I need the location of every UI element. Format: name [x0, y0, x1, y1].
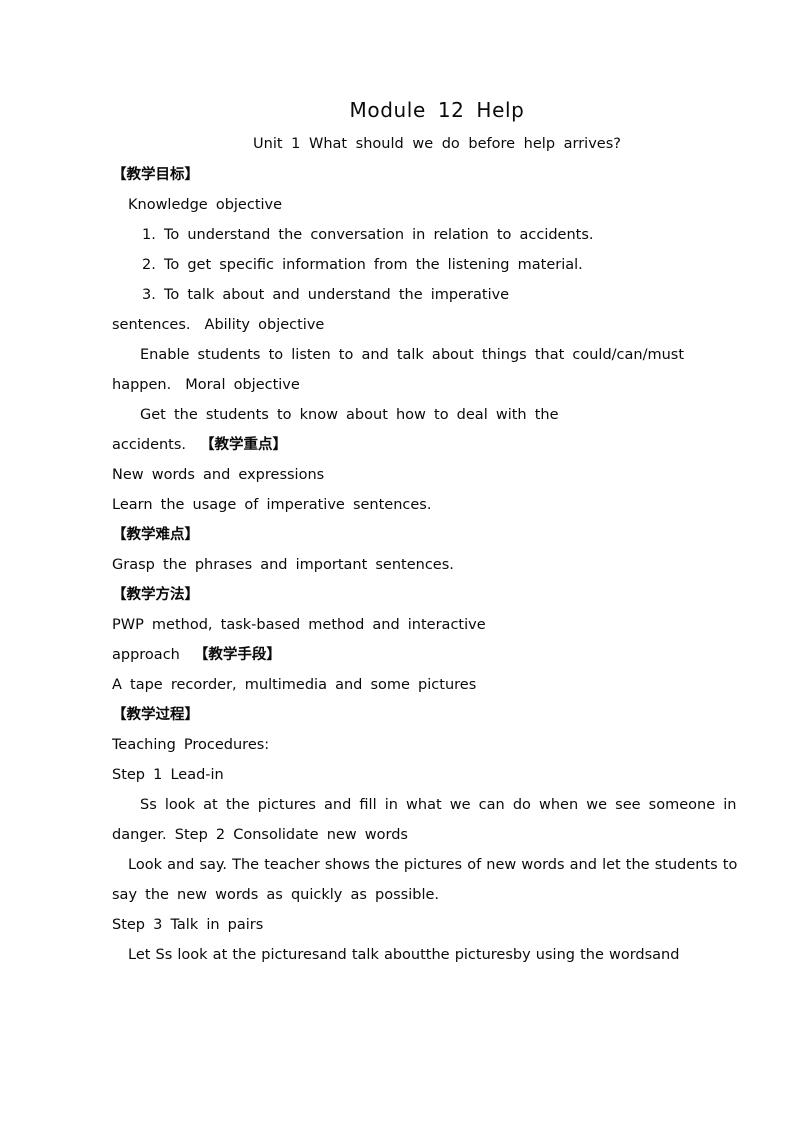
- difficulties-text: Grasp the phrases and important sentence…: [112, 557, 454, 573]
- heading-key-points: 【教学重点】: [200, 437, 288, 453]
- moral-objective-line: happen. Moral objective: [112, 370, 702, 400]
- teaching-aids-line: approach 【教学手段】: [112, 640, 702, 670]
- ability-text-continuation: happen.: [112, 377, 172, 393]
- knowledge-objective-label: Knowledge objective: [128, 197, 283, 213]
- moral-objective-text: Get the students to know about how to de…: [140, 407, 559, 423]
- teaching-procedures-label: Teaching Procedures:: [112, 737, 270, 753]
- document-subtitle: Unit 1 What should we do before help arr…: [253, 136, 621, 152]
- step-2-text-continuation: say the new words as quickly as possible…: [112, 887, 440, 903]
- heading-teaching-aids: 【教学手段】: [193, 647, 281, 663]
- page-title: Module 12 Help: [349, 98, 525, 122]
- heading-teaching-objectives: 【教学目标】: [112, 167, 199, 183]
- ability-objective-label: Ability objective: [204, 317, 325, 333]
- step-2-text: Look and say. The teacher shows the pict…: [128, 857, 738, 873]
- key-points-item-2: Learn the usage of imperative sentences.: [112, 497, 432, 513]
- step-3-text: Let Ss look at the picturesand talk abou…: [128, 947, 680, 963]
- methods-text-continuation: approach: [112, 647, 180, 663]
- objective-item-3: 3. To talk about and understand the impe…: [142, 287, 510, 303]
- ability-objective-line: sentences. Ability objective: [112, 310, 702, 340]
- methods-text-line1: PWP method, task-based method and intera…: [112, 617, 486, 633]
- heading-methods: 【教学方法】: [112, 587, 199, 603]
- moral-objective-label: Moral objective: [185, 377, 300, 393]
- document-page: Module 12 Help Unit 1 What should we do …: [0, 0, 794, 1123]
- heading-teaching-process: 【教学过程】: [112, 707, 199, 723]
- step-3-heading: Step 3 Talk in pairs: [112, 917, 264, 933]
- ability-objective-text: Enable students to listen to and talk ab…: [140, 347, 685, 363]
- step-2-heading: Step 2 Consolidate new words: [174, 827, 408, 843]
- key-points-line: accidents. 【教学重点】: [112, 430, 702, 460]
- heading-difficulties: 【教学难点】: [112, 527, 199, 543]
- step-1-text: Ss look at the pictures and fill in what…: [140, 797, 737, 813]
- key-points-item-1: New words and expressions: [112, 467, 325, 483]
- objective-item-1: 1. To understand the conversation in rel…: [142, 227, 594, 243]
- objective-item-2: 2. To get specific information from the …: [142, 257, 583, 273]
- document-body: Module 12 Help Unit 1 What should we do …: [112, 96, 737, 970]
- sentences-text: sentences.: [112, 317, 191, 333]
- step-2-heading-line: danger. Step 2 Consolidate new words: [112, 820, 702, 850]
- teaching-aids-text: A tape recorder, multimedia and some pic…: [112, 677, 477, 693]
- step-1-text-continuation: danger.: [112, 827, 167, 843]
- moral-text-continuation: accidents.: [112, 437, 187, 453]
- step-1-heading: Step 1 Lead-in: [112, 767, 224, 783]
